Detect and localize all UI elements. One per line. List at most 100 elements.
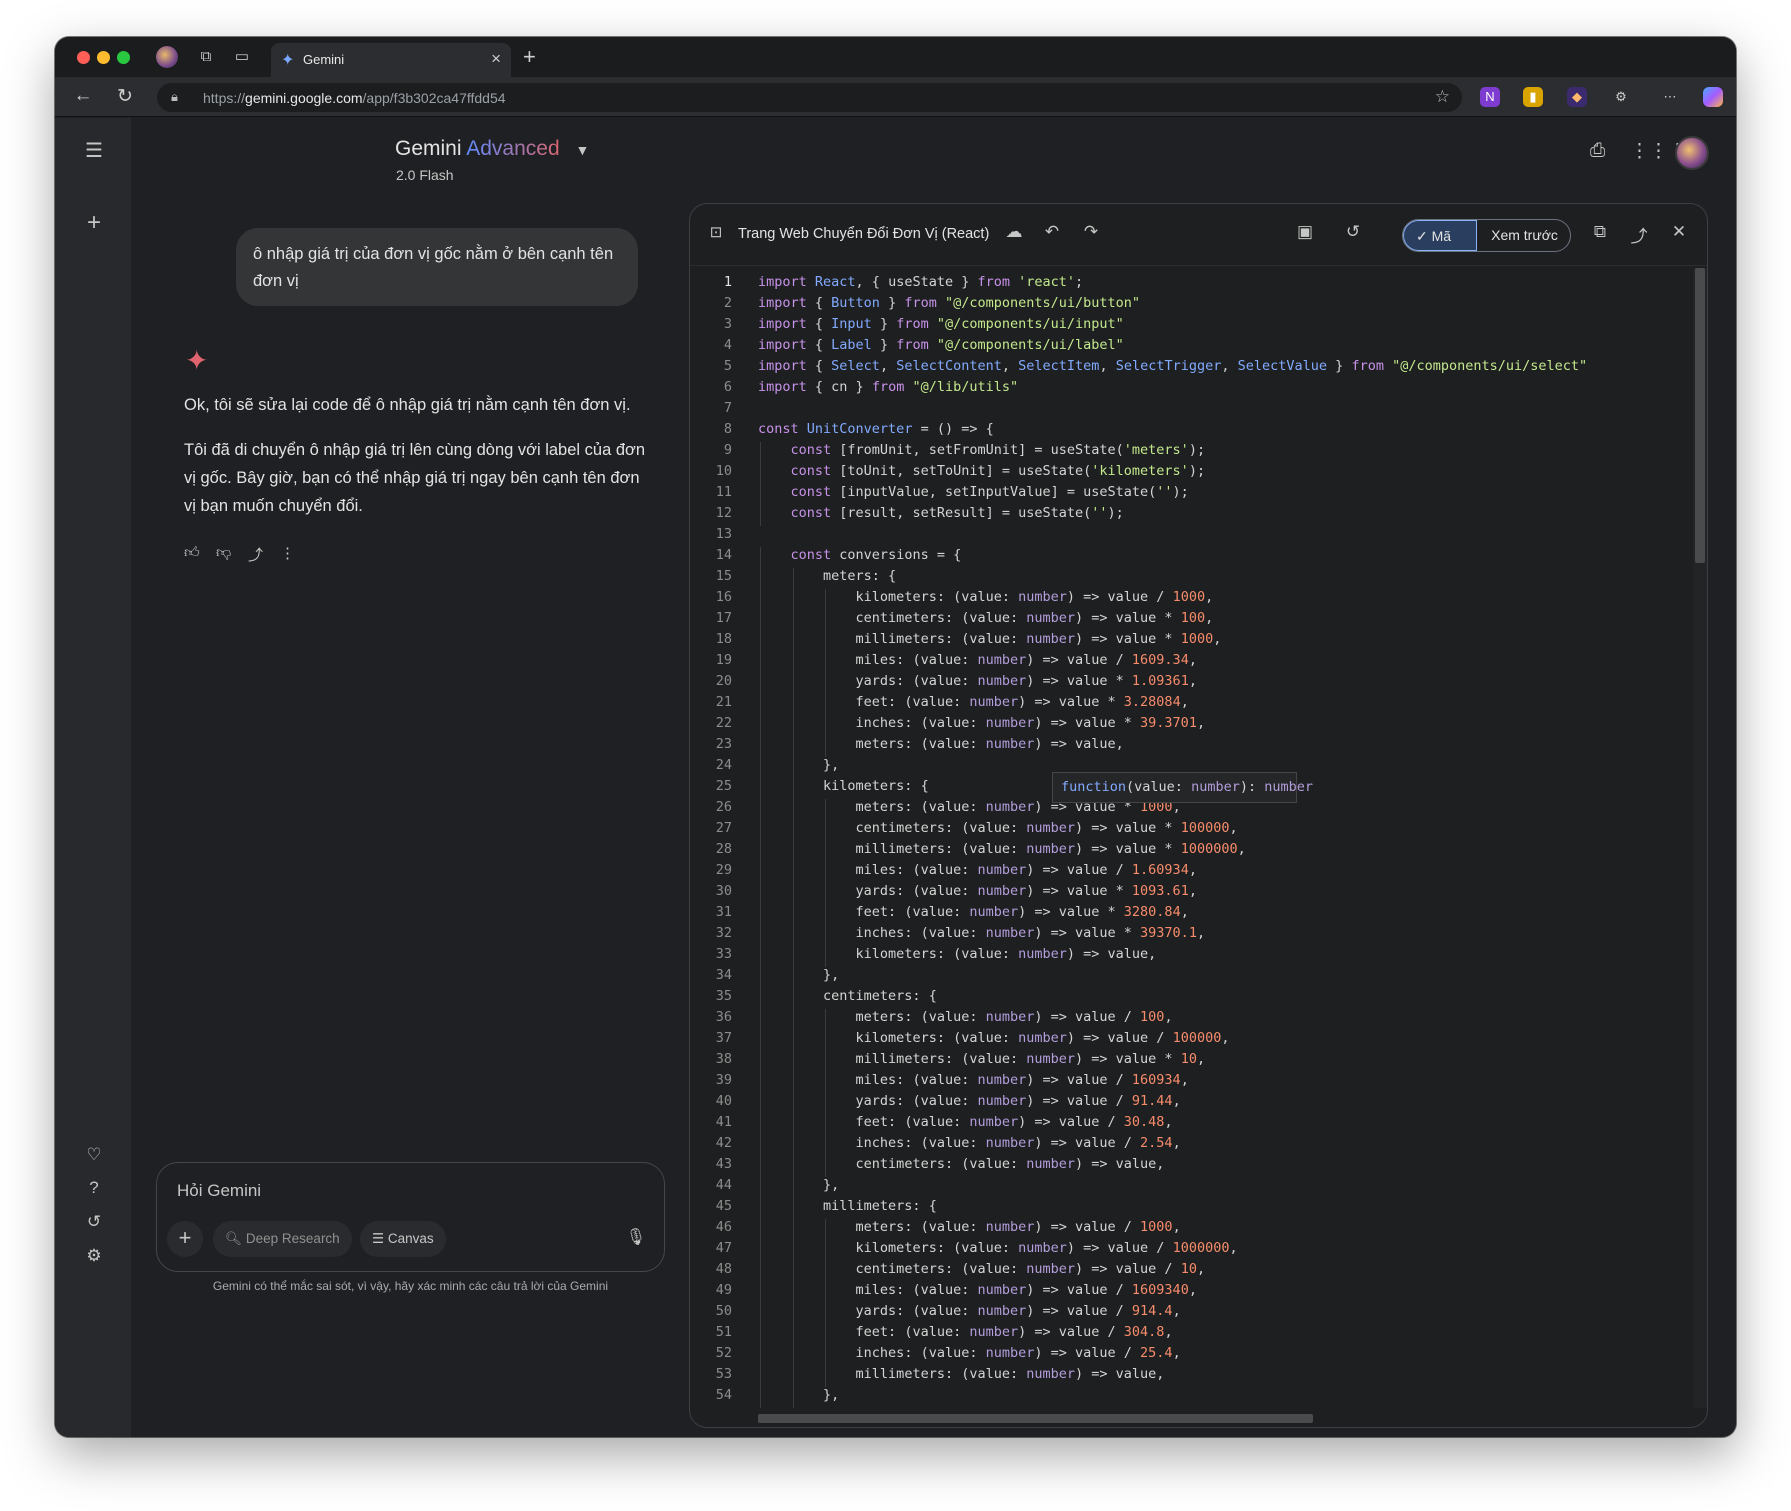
hamburger-menu-icon[interactable]: ☰ xyxy=(83,138,105,163)
copilot-icon[interactable] xyxy=(1703,87,1723,107)
version-history-icon[interactable]: ↺ xyxy=(1341,222,1365,242)
horizontal-scroll-thumb[interactable] xyxy=(758,1414,1313,1423)
maximize-window-button[interactable] xyxy=(117,51,130,64)
code-line[interactable]: import React, { useState } from 'react'; xyxy=(758,274,1083,290)
reload-icon[interactable]: ↻ xyxy=(113,85,137,108)
code-line[interactable]: kilometers: (value: number) => value / 1… xyxy=(856,589,1214,605)
copy-icon[interactable]: ⧉ xyxy=(1588,222,1612,242)
url-text[interactable]: https://gemini.google.com/app/f3b302ca47… xyxy=(203,90,506,106)
code-line[interactable]: millimeters: { xyxy=(823,1198,937,1214)
code-line[interactable]: kilometers: (value: number) => value / 1… xyxy=(856,1030,1230,1046)
code-line[interactable]: inches: (value: number) => value * 39.37… xyxy=(856,715,1206,731)
code-line[interactable]: const [toUnit, setToUnit] = useState('ki… xyxy=(791,463,1206,479)
share-canvas-icon[interactable]: ⤴ xyxy=(1627,222,1651,247)
microphone-icon[interactable]: 🎙︎ xyxy=(626,1227,646,1247)
new-tab-button[interactable]: + xyxy=(523,44,536,70)
code-line[interactable]: yards: (value: number) => value / 914.4, xyxy=(856,1303,1181,1319)
workspaces-icon[interactable]: ⧉ xyxy=(195,46,217,68)
code-line[interactable]: inches: (value: number) => value / 25.4, xyxy=(856,1345,1181,1361)
code-line[interactable]: inches: (value: number) => value * 39370… xyxy=(856,925,1206,941)
code-line[interactable]: yards: (value: number) => value * 1093.6… xyxy=(856,883,1197,899)
undo-icon[interactable]: ↶ xyxy=(1040,222,1064,242)
code-line[interactable]: centimeters: (value: number) => value / … xyxy=(856,1261,1206,1277)
code-line[interactable]: const [inputValue, setInputValue] = useS… xyxy=(791,484,1189,500)
code-line[interactable]: import { Button } from "@/components/ui/… xyxy=(758,295,1140,311)
preview-tab-button[interactable]: Xem trước xyxy=(1477,220,1570,251)
account-avatar[interactable] xyxy=(1675,136,1709,170)
code-line[interactable]: miles: (value: number) => value / 1.6093… xyxy=(856,862,1197,878)
code-line[interactable]: centimeters: (value: number) => value * … xyxy=(856,610,1214,626)
code-line[interactable]: yards: (value: number) => value * 1.0936… xyxy=(856,673,1197,689)
prompt-input[interactable]: Hỏi Gemini xyxy=(177,1181,261,1201)
add-attachment-button[interactable]: + xyxy=(167,1221,203,1257)
code-line[interactable]: import { Label } from "@/components/ui/l… xyxy=(758,337,1124,353)
code-line[interactable]: meters: (value: number) => value / 1000, xyxy=(856,1219,1181,1235)
more-options-icon[interactable]: ⋮ xyxy=(280,544,295,562)
code-line[interactable]: feet: (value: number) => value / 304.8, xyxy=(856,1324,1173,1340)
code-line[interactable]: import { cn } from "@/lib/utils" xyxy=(758,379,1018,395)
prompt-input-box[interactable]: Hỏi Gemini + 🔍︎ Deep Research ☰ Canvas 🎙… xyxy=(156,1162,665,1272)
thumbs-up-icon[interactable]: 👍︎ xyxy=(184,544,200,562)
code-line[interactable]: centimeters: { xyxy=(823,988,937,1004)
code-line[interactable]: centimeters: (value: number) => value, xyxy=(856,1156,1165,1172)
model-dropdown-caret-icon[interactable]: ▼ xyxy=(575,142,589,158)
extensions-puzzle-icon[interactable]: ⚙ xyxy=(1611,87,1631,107)
cloud-save-icon[interactable]: ☁ xyxy=(1002,222,1026,242)
code-line[interactable]: feet: (value: number) => value / 30.48, xyxy=(856,1114,1173,1130)
code-line[interactable]: inches: (value: number) => value / 2.54, xyxy=(856,1135,1181,1151)
share-icon[interactable]: ⤴ xyxy=(248,544,263,565)
back-arrow-icon[interactable]: ← xyxy=(71,85,95,107)
code-line[interactable]: millimeters: (value: number) => value * … xyxy=(856,631,1222,647)
code-line[interactable]: }, xyxy=(823,1387,839,1403)
minimize-window-button[interactable] xyxy=(97,51,110,64)
code-editor[interactable]: 1 import React, { useState } from 'react'… xyxy=(690,268,1690,1408)
close-canvas-icon[interactable]: ✕ xyxy=(1667,222,1691,242)
code-line[interactable]: const UnitConverter = () => { xyxy=(758,421,994,437)
code-tab-button[interactable]: ✓ Mã xyxy=(1403,220,1477,251)
code-line[interactable]: meters: (value: number) => value / 100, xyxy=(856,1009,1173,1025)
settings-gear-icon[interactable]: ⚙ xyxy=(83,1246,105,1266)
code-line[interactable]: meters: { xyxy=(823,568,896,584)
redo-icon[interactable]: ↷ xyxy=(1079,222,1103,242)
close-tab-icon[interactable]: × xyxy=(491,49,501,69)
gem-heart-icon[interactable]: ♡ xyxy=(83,1145,105,1165)
code-line[interactable]: }, xyxy=(823,757,839,773)
code-line[interactable]: meters: (value: number) => value, xyxy=(856,736,1124,752)
help-icon[interactable]: ? xyxy=(83,1178,105,1198)
code-line[interactable]: const [result, setResult] = useState('')… xyxy=(791,505,1124,521)
code-line[interactable]: kilometers: { xyxy=(823,778,929,794)
code-line[interactable]: kilometers: (value: number) => value, xyxy=(856,946,1157,962)
vertical-scroll-thumb[interactable] xyxy=(1695,268,1705,563)
extension-onenote-icon[interactable]: N xyxy=(1480,87,1500,107)
extension-keep-icon[interactable]: ▮ xyxy=(1523,87,1543,107)
code-line[interactable]: miles: (value: number) => value / 160934… xyxy=(856,1282,1197,1298)
new-chat-plus-icon[interactable]: + xyxy=(83,209,105,237)
code-line[interactable]: yards: (value: number) => value / 91.44, xyxy=(856,1093,1181,1109)
deep-research-chip[interactable]: 🔍︎ Deep Research xyxy=(213,1221,352,1257)
vertical-scrollbar[interactable] xyxy=(1693,268,1707,1408)
activity-history-icon[interactable]: ↺ xyxy=(83,1212,105,1232)
code-line[interactable]: millimeters: (value: number) => value * … xyxy=(856,841,1246,857)
profile-avatar-icon[interactable] xyxy=(156,46,178,68)
code-line[interactable]: }, xyxy=(823,967,839,983)
code-line[interactable]: millimeters: (value: number) => value, xyxy=(856,1366,1165,1382)
code-line[interactable]: import { Input } from "@/components/ui/i… xyxy=(758,316,1124,332)
more-menu-icon[interactable]: ⋯ xyxy=(1660,87,1680,107)
code-line[interactable]: feet: (value: number) => value * 3280.84… xyxy=(856,904,1189,920)
code-line[interactable]: kilometers: (value: number) => value / 1… xyxy=(856,1240,1238,1256)
thumbs-down-icon[interactable]: 👎︎ xyxy=(216,544,231,562)
code-line[interactable]: import { Select, SelectContent, SelectIt… xyxy=(758,358,1587,374)
code-line[interactable]: centimeters: (value: number) => value * … xyxy=(856,820,1238,836)
close-window-button[interactable] xyxy=(77,51,90,64)
favorite-star-icon[interactable]: ☆ xyxy=(1435,87,1450,107)
code-line[interactable]: millimeters: (value: number) => value * … xyxy=(856,1051,1206,1067)
code-line[interactable]: const conversions = { xyxy=(791,547,962,563)
console-icon[interactable]: ▣ xyxy=(1293,222,1317,242)
address-bar[interactable]: 🔒︎ https://gemini.google.com/app/f3b302c… xyxy=(157,83,1462,112)
code-line[interactable]: miles: (value: number) => value / 1609.3… xyxy=(856,652,1197,668)
canvas-chip[interactable]: ☰ Canvas xyxy=(360,1221,446,1257)
code-line[interactable]: const [fromUnit, setFromUnit] = useState… xyxy=(791,442,1206,458)
tab-actions-icon[interactable]: ▭ xyxy=(231,46,253,68)
extension-gem-icon[interactable]: ◆ xyxy=(1567,87,1587,107)
brand-title[interactable]: Gemini Advanced ▼ xyxy=(395,137,589,161)
